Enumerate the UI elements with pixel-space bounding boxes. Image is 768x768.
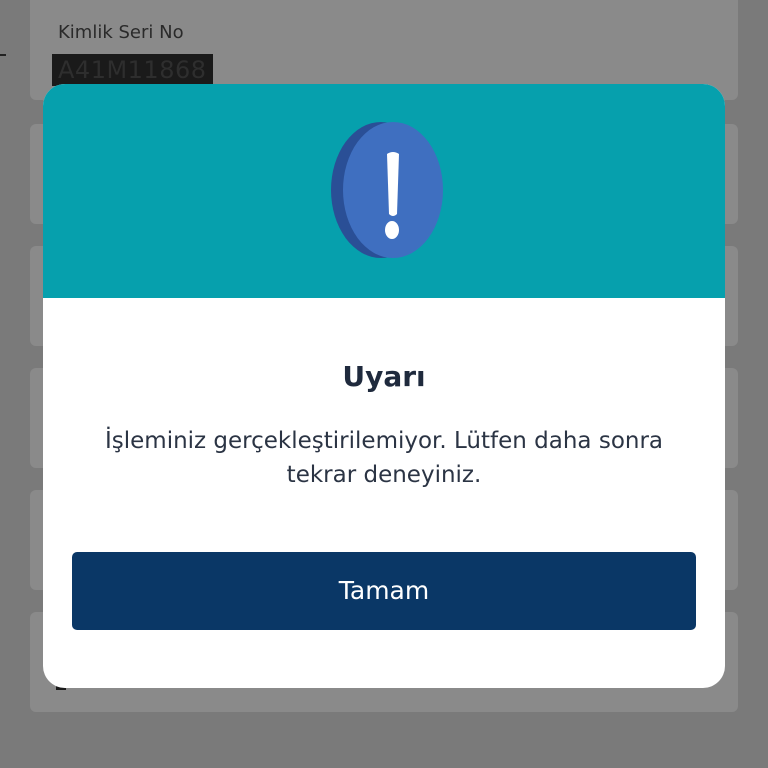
dialog-message: İşleminiz gerçekleştirilemiyor. Lütfen d…	[104, 428, 664, 488]
edge-mark	[0, 54, 6, 56]
dialog-header	[43, 84, 725, 298]
alert-dialog: Uyarı İşleminiz gerçekleştirilemiyor. Lü…	[43, 84, 725, 688]
ok-button[interactable]: Tamam	[72, 552, 696, 630]
id-serial-label: Kimlik Seri No	[58, 22, 184, 43]
screen: Kimlik Seri No A41M11868 Uyarı İşleminiz…	[0, 0, 768, 768]
dialog-title: Uyarı	[342, 360, 426, 393]
exclamation-icon	[331, 122, 443, 258]
id-serial-value: A41M11868	[52, 54, 213, 86]
